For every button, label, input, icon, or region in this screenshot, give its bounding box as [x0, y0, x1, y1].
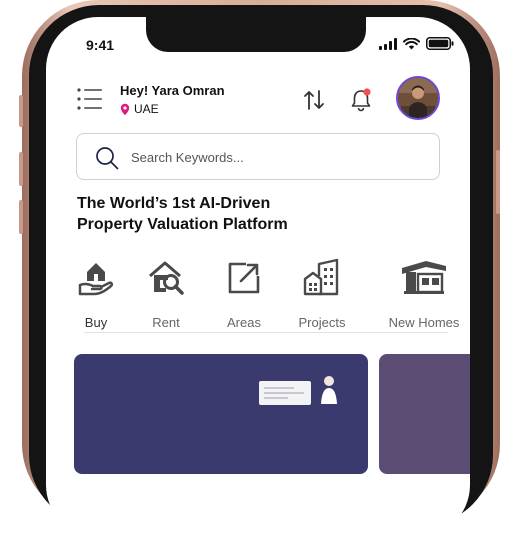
phone-side-button-mute: [19, 95, 23, 127]
new-home-icon: [402, 261, 446, 294]
category-bar: Buy Rent Areas Projects New Homes: [64, 258, 470, 338]
phone-side-button-volume-down: [19, 200, 23, 234]
notification-bell-icon[interactable]: [348, 87, 374, 113]
menu-icon[interactable]: [76, 87, 104, 111]
headline-line-1: The World’s 1st AI-Driven: [77, 195, 271, 212]
status-icons: [379, 37, 454, 50]
avatar-photo: [398, 78, 438, 118]
user-avatar[interactable]: [396, 76, 440, 120]
app-screen: 9:41 Hey! Yara Omran UAE Search Keywords…: [46, 17, 470, 537]
category-label: Areas: [227, 315, 261, 330]
app-header: Hey! Yara Omran UAE: [46, 75, 470, 135]
hand-house-icon: [78, 263, 114, 296]
phone-side-button-volume-up: [19, 152, 23, 186]
featured-card[interactable]: [74, 354, 368, 474]
headline: The World’s 1st AI-Driven Property Valua…: [77, 193, 288, 235]
phone-side-button-power: [496, 150, 500, 214]
search-bar[interactable]: [76, 133, 440, 180]
wifi-icon: [403, 37, 420, 49]
search-input[interactable]: [131, 146, 421, 168]
category-rent[interactable]: Rent: [126, 258, 206, 330]
phone-notch: [146, 17, 366, 52]
status-time: 9:41: [86, 37, 115, 53]
card-illustration: [259, 381, 311, 405]
category-divider: [84, 332, 448, 333]
headline-line-2: Property Valuation Platform: [77, 216, 288, 233]
category-label: New Homes: [388, 315, 460, 330]
category-new-homes[interactable]: New Homes: [376, 258, 470, 330]
category-label: Buy: [84, 315, 108, 330]
user-location[interactable]: UAE: [120, 102, 159, 116]
card-figure-illustration: [321, 376, 337, 404]
category-label: Rent: [152, 315, 180, 330]
expand-arrow-icon: [228, 262, 260, 294]
next-card[interactable]: [379, 354, 470, 474]
category-areas[interactable]: Areas: [204, 258, 284, 330]
battery-icon: [426, 37, 454, 50]
category-buy[interactable]: Buy: [56, 258, 136, 330]
category-projects[interactable]: Projects: [282, 258, 362, 330]
user-greeting: Hey! Yara Omran: [120, 83, 225, 98]
signal-icon: [379, 37, 397, 50]
house-search-icon: [149, 261, 184, 295]
buildings-icon: [303, 258, 339, 296]
location-pin-icon: [120, 103, 130, 115]
search-icon: [96, 147, 119, 170]
location-label: UAE: [134, 102, 159, 116]
category-label: Projects: [298, 315, 346, 330]
sort-icon[interactable]: [302, 88, 326, 112]
